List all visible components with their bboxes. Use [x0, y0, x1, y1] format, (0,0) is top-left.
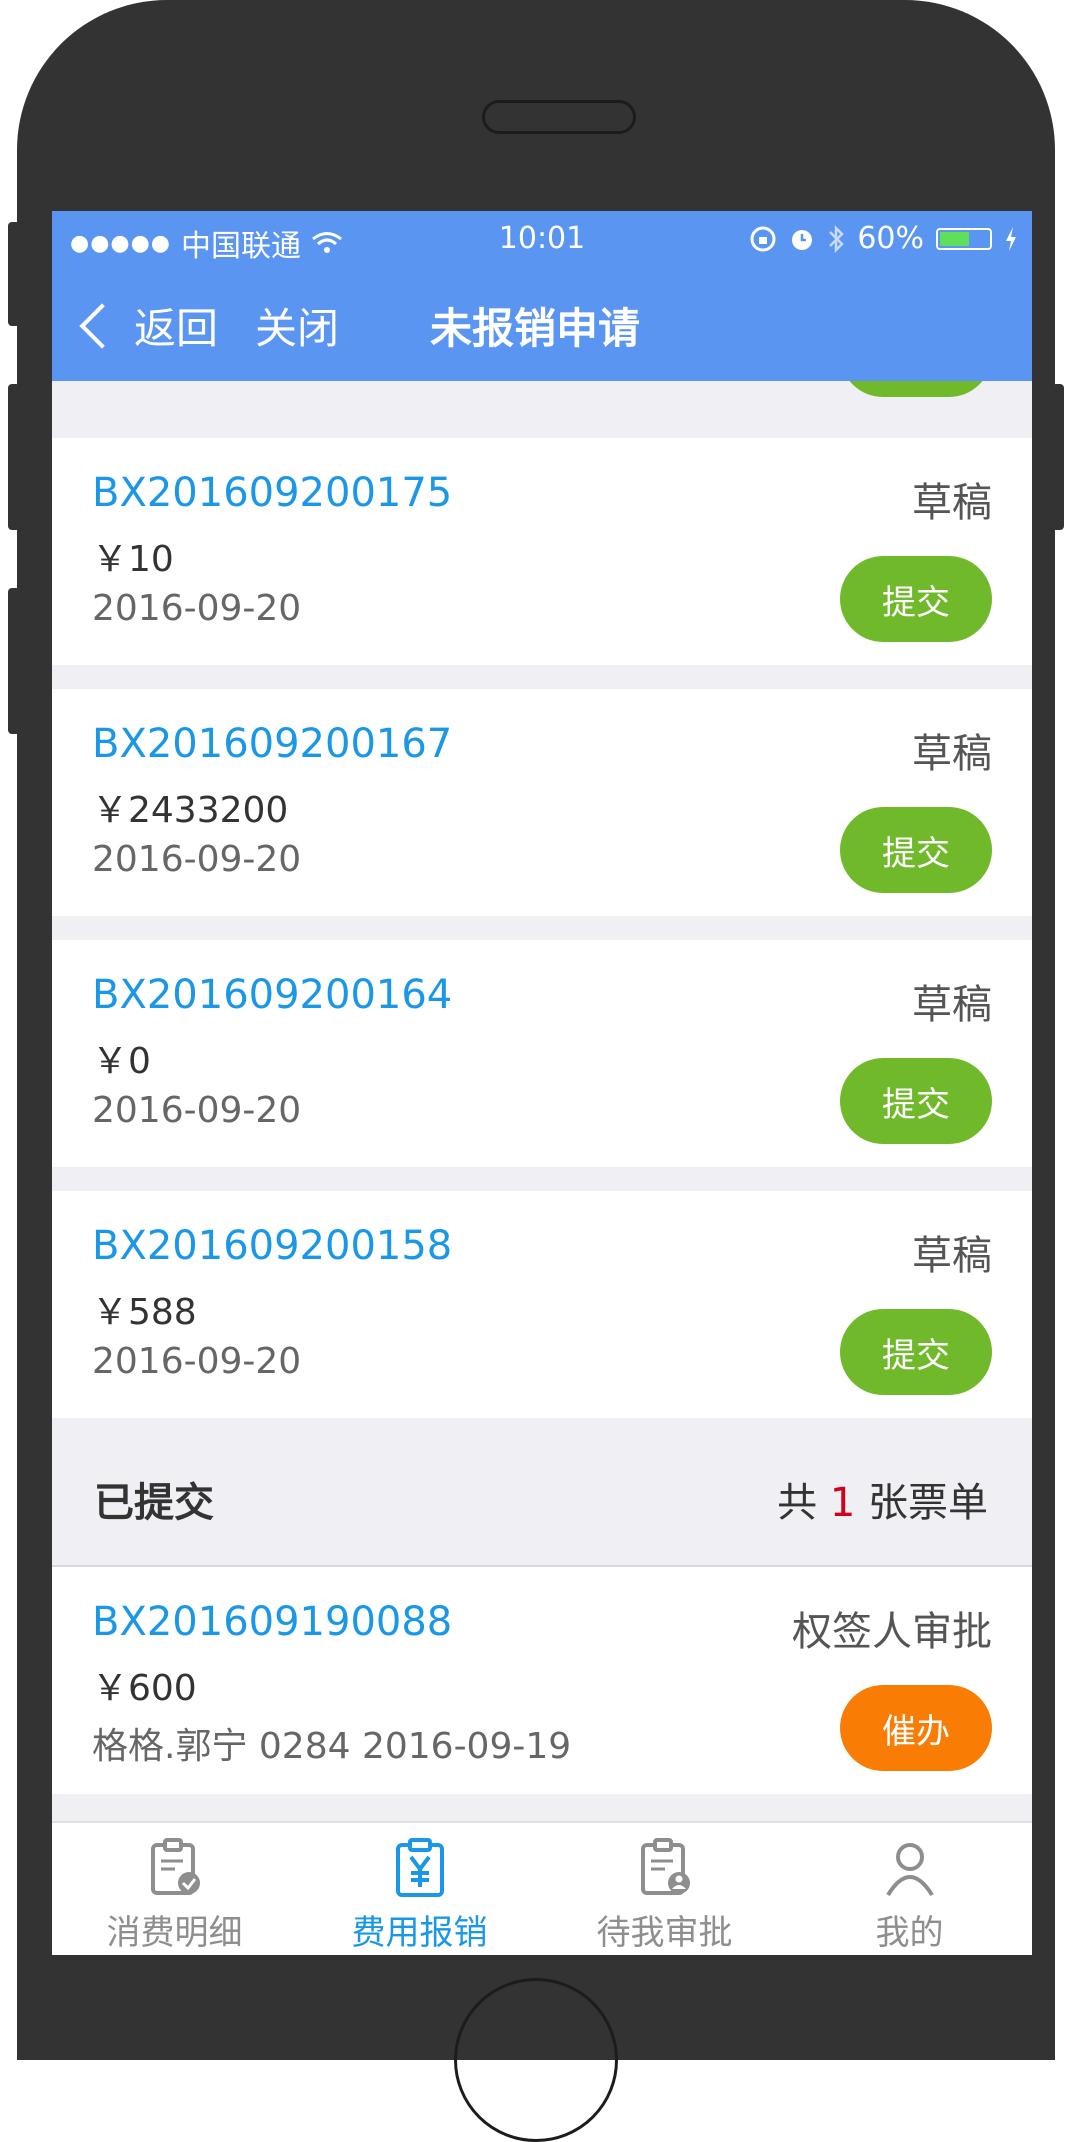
battery-percent: 60% [857, 221, 924, 256]
request-number[interactable]: BX201609200167 [92, 721, 452, 767]
tab-mine[interactable]: 我的 [787, 1823, 1032, 1955]
list-item[interactable]: BX201609200167 ￥2433200 2016-09-20 草稿 提交 [52, 689, 1032, 916]
list-item[interactable]: BX201609190088 ￥600 格格.郭宁 0284 2016-09-1… [52, 1567, 1032, 1794]
rotation-lock-icon [750, 226, 776, 251]
clock: 10:01 [498, 221, 586, 256]
battery-level [940, 231, 969, 246]
page-title: 未报销申请 [430, 304, 641, 353]
submit-button[interactable]: 提交 [840, 807, 992, 893]
tab-bar: 消费明细 费用报销 待我审批 我的 [52, 1821, 1032, 1955]
request-amount: ￥600 [92, 1668, 197, 1709]
volume-down-button [8, 588, 20, 734]
clipboard-check-icon [150, 1838, 200, 1895]
back-button[interactable]: 返回 [74, 295, 218, 356]
clipboard-user-icon [640, 1838, 690, 1895]
battery-icon [936, 227, 992, 250]
section-title: 已提交 [94, 1480, 214, 1526]
tab-pending-approval[interactable]: 待我审批 [542, 1823, 787, 1955]
tab-label: 费用报销 [351, 1913, 488, 1953]
status-label: 草稿 [912, 1233, 992, 1279]
home-button[interactable] [454, 1978, 618, 2142]
status-label: 草稿 [912, 982, 992, 1028]
submit-button[interactable]: 提交 [840, 1309, 992, 1395]
status-bar: ●●●●● 中国联通 10:01 60% [52, 211, 1032, 267]
tab-label: 待我审批 [596, 1913, 733, 1953]
tab-label: 我的 [875, 1913, 944, 1953]
charging-bolt-icon [1006, 226, 1016, 251]
tab-expense-details[interactable]: 消费明细 [52, 1823, 297, 1955]
alarm-icon [792, 229, 813, 250]
bluetooth-icon [829, 224, 845, 253]
status-label: 权签人审批 [792, 1609, 992, 1655]
list-item[interactable]: BX201609200164 ￥0 2016-09-20 草稿 提交 [52, 940, 1032, 1167]
submitted-section-header: 已提交 共 1 张票单 [52, 1418, 1032, 1567]
tab-label: 消费明细 [106, 1913, 243, 1953]
request-number[interactable]: BX201609200175 [92, 470, 452, 516]
status-label: 草稿 [912, 480, 992, 526]
count-number: 1 [829, 1480, 856, 1526]
request-number[interactable]: BX201609190088 [92, 1599, 452, 1645]
request-amount: ￥2433200 [92, 790, 289, 831]
clipboard-yen-icon [395, 1838, 444, 1897]
submit-button[interactable]: 提交 [840, 1058, 992, 1144]
request-date: 2016-09-20 [92, 1341, 302, 1382]
chevron-left-icon [79, 302, 125, 349]
list-item[interactable]: BX201609200175 ￥10 2016-09-20 草稿 提交 [52, 438, 1032, 665]
status-label: 草稿 [912, 731, 992, 777]
volume-up-button [8, 384, 20, 530]
request-amount: ￥588 [92, 1292, 197, 1333]
power-button [1052, 384, 1064, 530]
back-label: 返回 [134, 304, 219, 353]
count-prefix: 共 [777, 1480, 818, 1526]
submit-button[interactable]: 提交 [840, 556, 992, 642]
request-date: 2016-09-20 [92, 839, 302, 880]
user-icon [885, 1843, 934, 1897]
request-number[interactable]: BX201609200158 [92, 1223, 452, 1269]
mute-switch [8, 222, 20, 326]
tab-expense-reimbursement[interactable]: 费用报销 [297, 1823, 542, 1955]
app-screen: ●●●●● 中国联通 10:01 60% 返回 关闭 未报销申请 BX20160… [52, 211, 1032, 1955]
request-meta: 格格.郭宁 0284 2016-09-19 [92, 1726, 572, 1767]
nav-bar: 返回 关闭 未报销申请 [52, 267, 1032, 381]
close-button[interactable]: 关闭 [255, 295, 339, 356]
request-date: 2016-09-20 [92, 1090, 302, 1131]
request-amount: ￥0 [92, 1041, 151, 1082]
count-suffix: 张票单 [868, 1480, 988, 1526]
request-amount: ￥10 [92, 539, 174, 580]
app-header: ●●●●● 中国联通 10:01 60% 返回 关闭 未报销申请 [52, 211, 1032, 381]
ticket-count: 共 1 张票单 [777, 1470, 988, 1528]
phone-speaker [482, 100, 636, 134]
request-number[interactable]: BX201609200164 [92, 972, 452, 1018]
request-date: 2016-09-20 [92, 588, 302, 629]
urge-button[interactable]: 催办 [840, 1685, 992, 1771]
list-item[interactable]: BX201609200158 ￥588 2016-09-20 草稿 提交 [52, 1191, 1032, 1418]
